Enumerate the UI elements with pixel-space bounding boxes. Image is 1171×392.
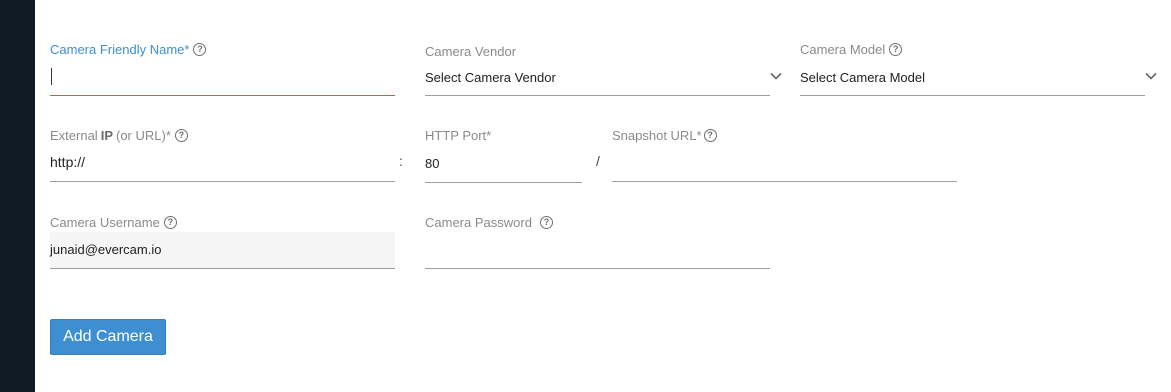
port-path-separator: / bbox=[596, 153, 600, 169]
camera-vendor-value: Select Camera Vendor bbox=[425, 70, 556, 85]
camera-model-value: Select Camera Model bbox=[800, 70, 925, 85]
http-port-underline bbox=[425, 182, 582, 183]
camera-model-underline bbox=[800, 95, 1145, 96]
camera-vendor-label: Camera Vendor bbox=[425, 44, 517, 59]
http-port-label: HTTP Port* bbox=[425, 128, 492, 143]
password-label: Camera Password ? bbox=[425, 215, 553, 230]
password-field[interactable]: Camera Password ? bbox=[425, 215, 770, 269]
chevron-down-icon[interactable] bbox=[770, 72, 782, 80]
ip-port-separator: : bbox=[399, 153, 403, 169]
camera-vendor-select[interactable]: Camera Vendor Select Camera Vendor bbox=[425, 44, 782, 96]
camera-vendor-underline bbox=[425, 95, 770, 96]
chevron-down-icon[interactable] bbox=[1145, 72, 1157, 80]
help-icon[interactable]: ? bbox=[539, 216, 553, 229]
username-underline bbox=[50, 268, 395, 269]
help-icon[interactable]: ? bbox=[163, 216, 177, 229]
http-port-field[interactable]: HTTP Port* 80 bbox=[425, 128, 582, 183]
snapshot-url-field[interactable]: Snapshot URL* ? bbox=[612, 128, 957, 182]
sidebar bbox=[0, 0, 35, 392]
help-icon[interactable]: ? bbox=[703, 129, 717, 142]
camera-model-select[interactable]: Camera Model ? Select Camera Model bbox=[800, 42, 1157, 96]
help-icon[interactable]: ? bbox=[889, 43, 903, 56]
snapshot-url-underline bbox=[612, 181, 957, 182]
snapshot-url-label: Snapshot URL* ? bbox=[612, 128, 717, 143]
add-camera-form: Camera Friendly Name* ? Camera Vendor Se… bbox=[35, 0, 1171, 392]
http-port-input[interactable]: 80 bbox=[425, 156, 439, 171]
username-input[interactable]: junaid@evercam.io bbox=[50, 242, 161, 257]
username-field[interactable]: Camera Username ? junaid@evercam.io bbox=[50, 0, 395, 270]
username-label: Camera Username ? bbox=[50, 215, 177, 230]
camera-model-label: Camera Model ? bbox=[800, 42, 903, 57]
add-camera-button[interactable]: Add Camera bbox=[50, 319, 166, 355]
password-underline bbox=[425, 268, 770, 269]
